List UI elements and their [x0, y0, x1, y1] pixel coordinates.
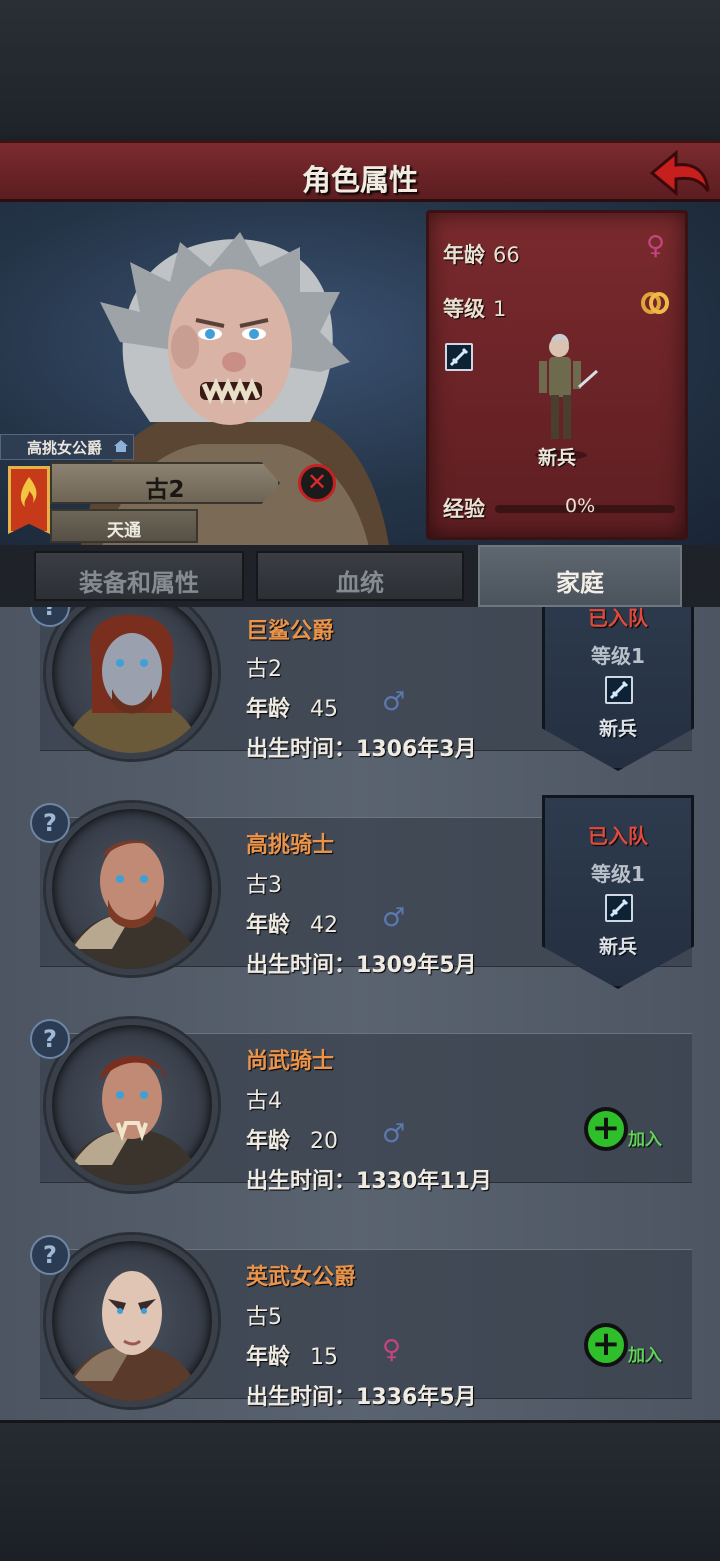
flame-banner-icon [8, 466, 50, 534]
home-icon [114, 440, 128, 452]
close-icon[interactable]: ✕ [298, 464, 336, 502]
dynasty-name: 天通 [107, 521, 141, 541]
join-button[interactable]: + 加入 [584, 1323, 684, 1373]
member-birth: 出生时间：1336年5月 [246, 1379, 477, 1411]
female-icon: ♀ [382, 1335, 402, 1365]
member-age-value: 20 [310, 1129, 339, 1154]
join-label: 加入 [628, 1346, 662, 1366]
member-age-label: 年龄 [246, 697, 291, 722]
help-icon[interactable]: ? [30, 1235, 70, 1275]
xp-value: 0% [565, 495, 596, 517]
member-age-label: 年龄 [246, 913, 291, 938]
sword-icon [445, 343, 473, 371]
member-birth: 出生时间：1309年5月 [246, 947, 477, 979]
character-name-plate: 古2 [50, 462, 280, 504]
male-icon: ♂ [382, 687, 406, 717]
member-birth-value: 1336年5月 [356, 1385, 477, 1410]
member-age-value: 45 [310, 697, 339, 722]
sword-icon [605, 676, 633, 704]
level-label: 等级 [443, 297, 485, 321]
help-icon[interactable]: ? [30, 1019, 70, 1059]
help-icon[interactable]: ? [30, 803, 70, 843]
family-member-card[interactable]: ? 尚武骑士 古4 年龄 20 ♂ 出生时间：1330年11月 + 加入 [30, 1019, 692, 1194]
member-age: 年龄 45 [246, 691, 338, 723]
family-member-card[interactable]: ? 高挑骑士 古3 年龄 42 ♂ 出生时间：1309年5月 已入队 等级1 新兵 [30, 795, 694, 989]
join-label: 加入 [628, 1130, 662, 1150]
character-hero: 高挑女公爵 古2 天通 ✕ 年龄 66 ♀ 等级 1 新兵 经验 0% [0, 202, 720, 547]
member-title: 尚武骑士 [246, 1049, 335, 1074]
member-birth: 出生时间：1330年11月 [246, 1163, 492, 1195]
tab-equipment[interactable]: 装备和属性 [34, 551, 244, 601]
member-birth-label: 出生时间： [246, 737, 357, 762]
tab-family[interactable]: 家庭 [478, 545, 682, 607]
avatar [46, 1019, 218, 1191]
member-birth-value: 1330年11月 [356, 1169, 492, 1194]
level-value: 1 [493, 297, 507, 321]
avatar [46, 803, 218, 975]
member-name: 古3 [246, 873, 282, 898]
male-icon: ♂ [382, 903, 406, 933]
party-rank: 新兵 [598, 936, 637, 958]
member-title: 巨鲨公爵 [246, 619, 335, 644]
party-level: 等级1 [591, 862, 645, 886]
member-age-value: 15 [310, 1345, 339, 1370]
family-member-card[interactable]: ? 英武女公爵 古5 年龄 15 ♀ 出生时间：1336年5月 + 加入 [30, 1235, 692, 1410]
back-arrow-icon [649, 149, 710, 197]
member-title: 高挑骑士 [246, 833, 335, 858]
member-age: 年龄 42 [246, 907, 338, 939]
party-rank: 新兵 [598, 718, 637, 740]
member-age: 年龄 15 [246, 1339, 338, 1371]
member-age-label: 年龄 [246, 1129, 291, 1154]
tab-bloodline[interactable]: 血统 [256, 551, 464, 601]
member-birth-label: 出生时间： [246, 953, 357, 978]
age-value: 66 [493, 243, 520, 267]
member-age-label: 年龄 [246, 1345, 291, 1370]
member-birth-value: 1309年5月 [356, 953, 477, 978]
tabs-bar: 装备和属性 血统 家庭 [0, 545, 720, 607]
member-birth-value: 1306年3月 [356, 737, 477, 762]
rank-label: 新兵 [537, 447, 576, 469]
ring-icon [641, 292, 669, 314]
male-icon: ♂ [382, 1119, 406, 1149]
stat-panel: 年龄 66 ♀ 等级 1 新兵 经验 0% [426, 210, 688, 540]
back-button[interactable] [648, 147, 712, 199]
xp-label: 经验 [443, 497, 485, 521]
sword-icon [605, 894, 633, 922]
member-birth: 出生时间：1306年3月 [246, 731, 477, 763]
party-level: 等级1 [591, 644, 645, 668]
avatar [46, 1235, 218, 1407]
plus-icon: + [584, 1323, 628, 1367]
member-age: 年龄 20 [246, 1123, 338, 1155]
plus-icon: + [584, 1107, 628, 1151]
party-status: 已入队 [588, 607, 648, 630]
page-title: 角色属性 [301, 163, 418, 197]
title-tag-label: 高挑女公爵 [27, 439, 103, 457]
character-name: 古2 [145, 477, 185, 503]
party-status: 已入队 [588, 824, 648, 848]
female-icon: ♀ [645, 231, 665, 261]
family-list[interactable]: ? 巨鲨公爵 古2 年龄 45 ♂ 出生时间：1306年3月 已入队 等级1 新兵 [0, 607, 720, 1420]
soldier-figure [535, 333, 598, 460]
header-bar: 角色属性 [0, 140, 720, 202]
title-tag: 高挑女公爵 [0, 434, 134, 460]
member-name: 古5 [246, 1305, 282, 1330]
age-row: 年龄 66 [443, 239, 520, 269]
member-name: 古4 [246, 1089, 282, 1114]
member-birth-label: 出生时间： [246, 1385, 357, 1410]
member-title: 英武女公爵 [246, 1265, 357, 1290]
level-row: 等级 1 [443, 293, 506, 323]
top-status-area [0, 0, 720, 140]
member-birth-label: 出生时间： [246, 1169, 357, 1194]
bottom-area [0, 1420, 720, 1561]
age-label: 年龄 [443, 243, 485, 267]
member-name: 古2 [246, 657, 282, 682]
dynasty-plate: 天通 [50, 509, 198, 543]
member-age-value: 42 [310, 913, 339, 938]
join-button[interactable]: + 加入 [584, 1107, 684, 1157]
family-member-card[interactable]: ? 巨鲨公爵 古2 年龄 45 ♂ 出生时间：1306年3月 已入队 等级1 新兵 [30, 607, 694, 771]
